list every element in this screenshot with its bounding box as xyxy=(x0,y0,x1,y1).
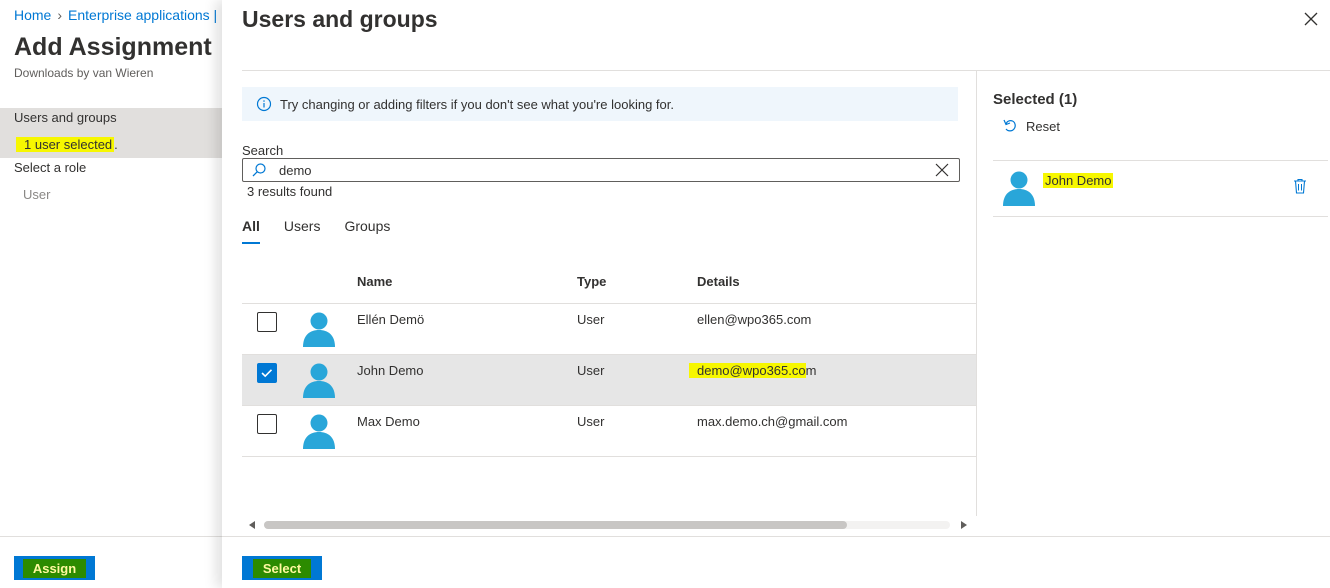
row-type: User xyxy=(577,312,605,327)
info-message-text: Try changing or adding filters if you do… xyxy=(280,96,674,112)
row-type: User xyxy=(577,363,605,378)
row-checkbox[interactable] xyxy=(257,312,277,332)
users-groups-label: Users and groups xyxy=(14,110,117,125)
chevron-right-icon: › xyxy=(57,7,63,23)
reset-icon xyxy=(1003,119,1016,132)
breadcrumb: Home › Enterprise applications | xyxy=(14,7,217,23)
search-input[interactable] xyxy=(279,162,909,178)
select-button-label: Select xyxy=(252,558,312,578)
select-role-label: Select a role xyxy=(14,160,87,175)
clear-icon[interactable] xyxy=(935,163,949,177)
breadcrumb-enterprise-applications[interactable]: Enterprise applications | xyxy=(68,7,217,23)
footer-divider xyxy=(0,536,222,537)
row-name: John Demo xyxy=(357,363,424,378)
row-details: demo@wpo365.com xyxy=(689,363,816,378)
table-row[interactable]: Ellén Demö User ellen@wpo365.com xyxy=(242,304,976,355)
checkmark-icon xyxy=(261,369,273,378)
user-avatar-icon xyxy=(303,312,335,347)
column-header-type[interactable]: Type xyxy=(577,274,606,289)
delete-icon[interactable] xyxy=(1293,178,1307,194)
assign-button[interactable]: Assign xyxy=(14,556,95,580)
search-box[interactable] xyxy=(242,158,960,182)
table-header: Name Type Details xyxy=(242,266,976,304)
info-message-bar: Try changing or adding filters if you do… xyxy=(242,87,958,121)
tab-groups[interactable]: Groups xyxy=(344,218,390,244)
selected-item-name: John Demo xyxy=(1043,173,1114,188)
row-type: User xyxy=(577,414,605,429)
users-selected-suffix: . xyxy=(114,137,118,152)
table-row-selected[interactable]: John Demo User demo@wpo365.com xyxy=(242,355,976,406)
row-details: max.demo.ch@gmail.com xyxy=(697,414,848,429)
scroll-left-icon[interactable] xyxy=(248,521,256,529)
search-icon xyxy=(252,163,266,177)
page-title: Add Assignment xyxy=(14,33,212,61)
user-avatar-icon xyxy=(303,414,335,449)
users-groups-panel: Users and groups Try changing or adding … xyxy=(222,0,1330,588)
row-name: Ellén Demö xyxy=(357,312,425,327)
selected-divider-top xyxy=(993,160,1328,161)
assign-button-label: Assign xyxy=(22,558,87,578)
selected-title: Selected (1) xyxy=(993,91,1078,108)
selected-divider-bottom xyxy=(993,216,1328,217)
footer-divider xyxy=(222,536,1330,537)
search-label: Search xyxy=(242,143,284,158)
row-name: Max Demo xyxy=(357,414,420,429)
table-row[interactable]: Max Demo User max.demo.ch@gmail.com xyxy=(242,406,976,457)
header-divider xyxy=(242,70,1330,71)
user-avatar-icon xyxy=(303,363,335,398)
filter-tabs: All Users Groups xyxy=(242,218,414,244)
row-checkbox[interactable] xyxy=(257,414,277,434)
scroll-right-icon[interactable] xyxy=(960,521,968,529)
info-icon xyxy=(256,96,272,112)
users-selected-text: 1 user selected xyxy=(16,137,115,152)
panel-title: Users and groups xyxy=(242,6,438,32)
row-details-rest: m xyxy=(805,363,817,378)
column-header-name[interactable]: Name xyxy=(357,274,392,289)
select-button[interactable]: Select xyxy=(242,556,322,580)
reset-button[interactable]: Reset xyxy=(1002,118,1060,134)
horizontal-scrollbar[interactable] xyxy=(242,518,976,532)
users-selected-link[interactable]: 1 user selected. xyxy=(16,137,118,152)
tab-all[interactable]: All xyxy=(242,218,260,244)
role-value[interactable]: User xyxy=(23,187,50,202)
pane-divider xyxy=(976,71,977,516)
breadcrumb-home[interactable]: Home xyxy=(14,7,51,23)
row-checkbox-checked[interactable] xyxy=(257,363,277,383)
results-count: 3 results found xyxy=(247,184,333,199)
tab-users[interactable]: Users xyxy=(284,218,321,244)
row-details-highlighted: demo@wpo365.co xyxy=(689,363,806,378)
reset-label: Reset xyxy=(1026,118,1060,134)
user-avatar-icon xyxy=(1003,171,1035,206)
close-icon[interactable] xyxy=(1302,10,1320,28)
page-subtitle: Downloads by van Wieren xyxy=(14,66,154,80)
row-details: ellen@wpo365.com xyxy=(697,312,812,327)
column-header-details[interactable]: Details xyxy=(697,274,740,289)
scrollbar-thumb[interactable] xyxy=(264,521,847,529)
background-blade: Home › Enterprise applications | Add Assig… xyxy=(0,0,222,588)
